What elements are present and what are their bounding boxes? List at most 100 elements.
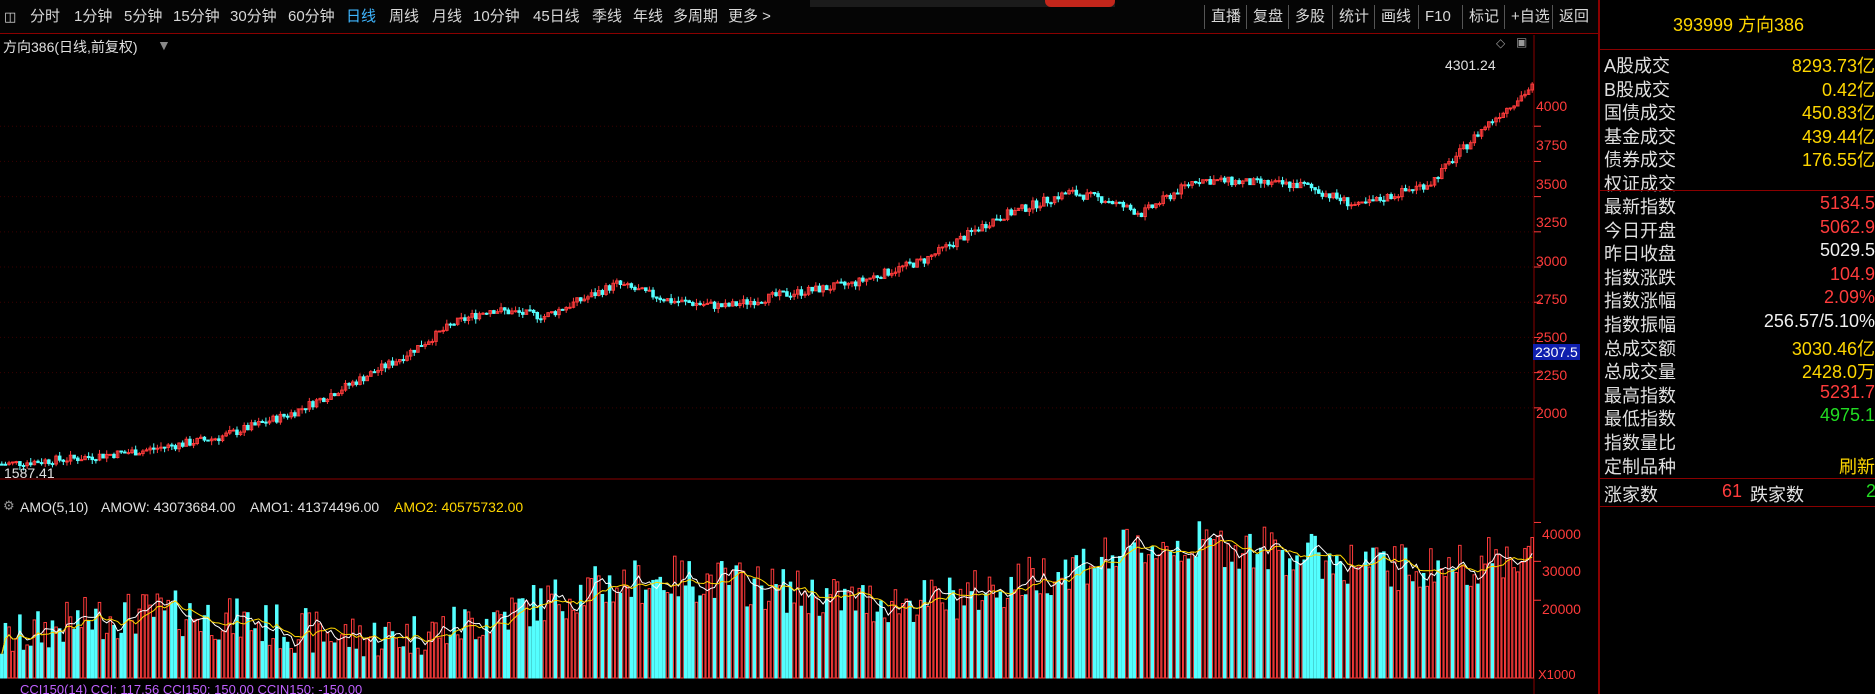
toolbar-button-multi[interactable]: 多股: [1288, 5, 1331, 29]
period-tab[interactable]: 月线: [432, 0, 462, 34]
volume-bar: [683, 585, 688, 679]
candle-body: [1168, 194, 1173, 200]
volume-bar: [448, 634, 453, 679]
candle-body: [213, 438, 218, 441]
volume-bar: [419, 654, 424, 679]
candle-body: [1056, 196, 1061, 200]
volume-bar: [918, 599, 923, 679]
period-tab[interactable]: 季线: [592, 0, 622, 34]
volume-bar: [1298, 563, 1303, 679]
volume-bar: [1382, 551, 1386, 679]
volume-bar: [1240, 553, 1245, 679]
volume-bar: [810, 579, 814, 679]
volume-bar: [1414, 571, 1419, 679]
period-tab[interactable]: 45日线: [533, 0, 580, 34]
period-tab[interactable]: 60分钟: [288, 0, 335, 34]
period-tab[interactable]: 分时: [30, 0, 60, 34]
chart-area[interactable]: 方向386(日线,前复权) ▼ ◇ ▣ 4301.24 1587.41 2307…: [0, 35, 1598, 694]
toolbar-button-draw[interactable]: 画线: [1374, 5, 1417, 29]
volume-bar: [756, 566, 760, 679]
candle-body: [126, 452, 131, 455]
candle-body: [412, 349, 417, 353]
candle-body: [879, 276, 883, 279]
candle-body: [727, 302, 731, 307]
volume-bar: [1465, 584, 1469, 679]
volume-bar: [824, 588, 829, 679]
volume-bar: [1284, 575, 1288, 679]
index-row[interactable]: 定制品种 刷新: [1600, 453, 1875, 477]
volume-bar: [278, 648, 283, 679]
period-tab[interactable]: 多周期: [673, 0, 718, 34]
volume-bar: [767, 600, 771, 679]
volume-bar: [463, 609, 467, 679]
volume-bar: [383, 626, 388, 679]
candle-body: [235, 429, 239, 436]
toolbar-button-mark[interactable]: 标记: [1462, 5, 1505, 29]
volume-bar: [1342, 580, 1346, 679]
volume-bar: [1302, 559, 1307, 679]
period-tab[interactable]: 5分钟: [124, 0, 162, 34]
banner-button[interactable]: [1045, 0, 1115, 7]
volume-bar: [1027, 556, 1032, 679]
volume-bar: [1092, 568, 1097, 679]
chevron-down-icon[interactable]: ▼: [157, 37, 171, 53]
gear-icon[interactable]: ⚙: [3, 498, 15, 514]
volume-bar: [799, 605, 804, 679]
toolbar-button-stats[interactable]: 统计: [1332, 5, 1375, 29]
candle-body: [57, 455, 62, 461]
period-tab[interactable]: 年线: [633, 0, 663, 34]
volume-bar: [662, 590, 666, 679]
diamond-icon[interactable]: ◇: [1496, 36, 1505, 50]
period-tab[interactable]: 30分钟: [230, 0, 277, 34]
window-icon[interactable]: ▣: [1516, 35, 1527, 49]
row-label: 昨日收盘: [1604, 244, 1676, 265]
candle-body: [1313, 187, 1317, 191]
volume-bar: [951, 590, 956, 679]
candle-body: [647, 289, 652, 292]
period-tab[interactable]: 周线: [389, 0, 419, 34]
toolbar-button-back[interactable]: 返回: [1552, 5, 1595, 29]
candle-body: [658, 297, 663, 301]
candle-body: [683, 299, 688, 302]
candle-body: [1049, 202, 1053, 205]
more-menu[interactable]: 更多 >: [728, 0, 771, 34]
candle-body: [799, 289, 804, 296]
volume-bar: [1251, 567, 1256, 679]
volume-bar: [481, 634, 485, 679]
period-tab[interactable]: 10分钟: [473, 0, 520, 34]
candle-body: [1034, 200, 1039, 209]
up-count-value: 61: [1722, 481, 1743, 501]
toolbar-button-watchlist[interactable]: +自选: [1504, 5, 1556, 29]
volume-bar: [752, 578, 757, 679]
candle-body: [1186, 184, 1191, 187]
period-tab-active[interactable]: 日线: [346, 0, 376, 34]
candle-body: [1345, 197, 1350, 207]
period-tab[interactable]: 15分钟: [173, 0, 220, 34]
candle-body: [437, 330, 442, 333]
candle-body: [1074, 189, 1079, 196]
volume-bar: [1230, 561, 1234, 679]
volume-bar: [14, 637, 19, 679]
candle-body: [10, 461, 15, 464]
volume-bar: [220, 630, 225, 679]
period-tab[interactable]: 1分钟: [74, 0, 112, 34]
volume-bar: [730, 570, 735, 679]
volume-bar: [897, 613, 901, 679]
toolbar-button-f10[interactable]: F10: [1418, 5, 1457, 29]
candle-body: [285, 415, 290, 418]
layout-icon[interactable]: ◫: [4, 0, 16, 34]
volume-bar: [1479, 555, 1484, 679]
row-value: 450.83亿: [1801, 103, 1875, 123]
volume-bar: [517, 598, 521, 679]
candle-body: [293, 412, 297, 417]
chart-canvas[interactable]: [0, 35, 1598, 694]
candle-body: [940, 246, 945, 249]
volume-bar: [940, 602, 945, 679]
toolbar-button-replay[interactable]: 复盘: [1246, 5, 1289, 29]
volume-bar: [1519, 561, 1524, 679]
candle-body: [300, 408, 304, 411]
volume-bar: [499, 614, 503, 679]
candle-body: [911, 262, 916, 268]
toolbar-button-live[interactable]: 直播: [1204, 5, 1247, 29]
volume-bar: [86, 620, 91, 679]
